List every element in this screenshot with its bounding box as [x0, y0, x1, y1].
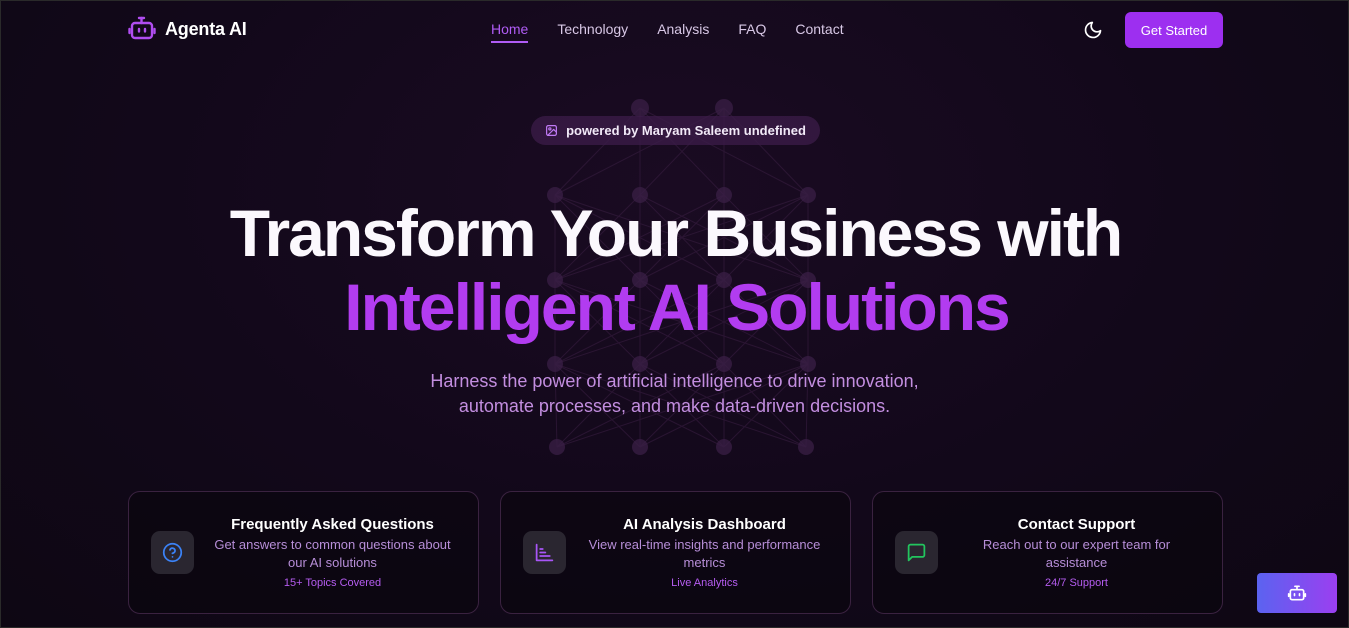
hero-subtitle-line2: automate processes, and make data-driven… [458, 396, 891, 416]
network-node [632, 439, 648, 455]
hero-title-line1: Transform Your Business with [229, 196, 1123, 270]
network-node [549, 439, 565, 455]
hero-subtitle-line1: Harness the power of artificial intellig… [430, 371, 919, 391]
network-node [631, 99, 649, 117]
hero-title: Transform Your Business with Intelligent… [0, 196, 1349, 344]
faq-card-icon-box [151, 531, 194, 574]
analysis-card-meta: Live Analytics [671, 577, 738, 589]
hero-title-line2: Intelligent AI Solutions [344, 270, 1011, 344]
nav-analysis[interactable]: Analysis [657, 21, 709, 43]
faq-card-meta: 15+ Topics Covered [283, 577, 382, 589]
message-square-icon [907, 543, 926, 562]
faq-card[interactable]: Frequently Asked Questions Get answers t… [128, 491, 479, 614]
faq-card-description: Get answers to common questions about our… [214, 537, 451, 570]
faq-card-title: Frequently Asked Questions [231, 516, 434, 533]
nav-technology[interactable]: Technology [557, 21, 628, 43]
nav-contact[interactable]: Contact [795, 21, 843, 43]
support-card[interactable]: Contact Support Reach out to our expert … [872, 491, 1223, 614]
bar-chart-icon [535, 543, 554, 562]
image-icon [546, 125, 558, 136]
analysis-card-icon-box [523, 531, 566, 574]
support-card-icon-box [895, 531, 938, 574]
help-circle-icon [162, 542, 183, 563]
brand-logo[interactable]: Agenta AI [128, 16, 247, 42]
network-node [798, 439, 814, 455]
badge-text: powered by Maryam Saleem undefined [566, 123, 806, 138]
robot-icon [128, 16, 156, 40]
analysis-card-description: View real-time insights and performance m… [588, 537, 821, 570]
analysis-card[interactable]: AI Analysis Dashboard View real-time ins… [500, 491, 851, 614]
support-card-description: Reach out to our expert team for assistan… [982, 537, 1171, 570]
bot-icon [1287, 585, 1307, 601]
main-nav: Home Technology Analysis FAQ Contact [491, 21, 844, 43]
nav-home[interactable]: Home [491, 21, 529, 43]
hero-subtitle: Harness the power of artificial intellig… [0, 369, 1349, 419]
support-card-meta: 24/7 Support [1045, 577, 1108, 589]
powered-by-badge: powered by Maryam Saleem undefined [531, 116, 820, 145]
brand-name: Agenta AI [165, 18, 247, 39]
network-node [716, 439, 732, 455]
nav-faq[interactable]: FAQ [738, 21, 766, 43]
get-started-button[interactable]: Get Started [1125, 12, 1223, 48]
analysis-card-title: AI Analysis Dashboard [623, 516, 786, 533]
chatbot-button[interactable] [1257, 573, 1337, 613]
network-node [715, 99, 733, 117]
moon-icon[interactable] [1083, 20, 1103, 40]
support-card-title: Contact Support [1017, 516, 1136, 533]
